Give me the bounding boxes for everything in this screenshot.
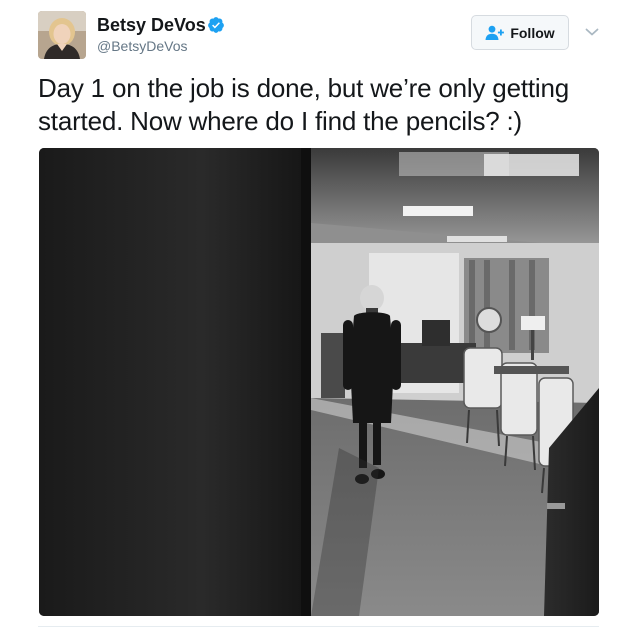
verified-badge-icon <box>208 17 224 33</box>
tweet-text: Day 1 on the job is done, but we’re only… <box>38 73 569 136</box>
add-user-icon <box>485 25 505 40</box>
author-display-name[interactable]: Betsy DeVos <box>97 14 206 36</box>
tweet-card: Betsy DeVos @BetsyDeVos Follow Day 1 on … <box>0 0 631 628</box>
tweet-divider <box>38 626 599 627</box>
avatar-image <box>38 11 86 59</box>
follow-button[interactable]: Follow <box>471 15 569 50</box>
author-avatar[interactable] <box>38 11 86 59</box>
follow-button-label: Follow <box>510 24 555 41</box>
tweet-photo[interactable] <box>39 148 599 616</box>
author-handle[interactable]: @BetsyDeVos <box>97 37 187 55</box>
chevron-down-icon[interactable] <box>584 26 600 38</box>
photo-image <box>39 148 599 616</box>
